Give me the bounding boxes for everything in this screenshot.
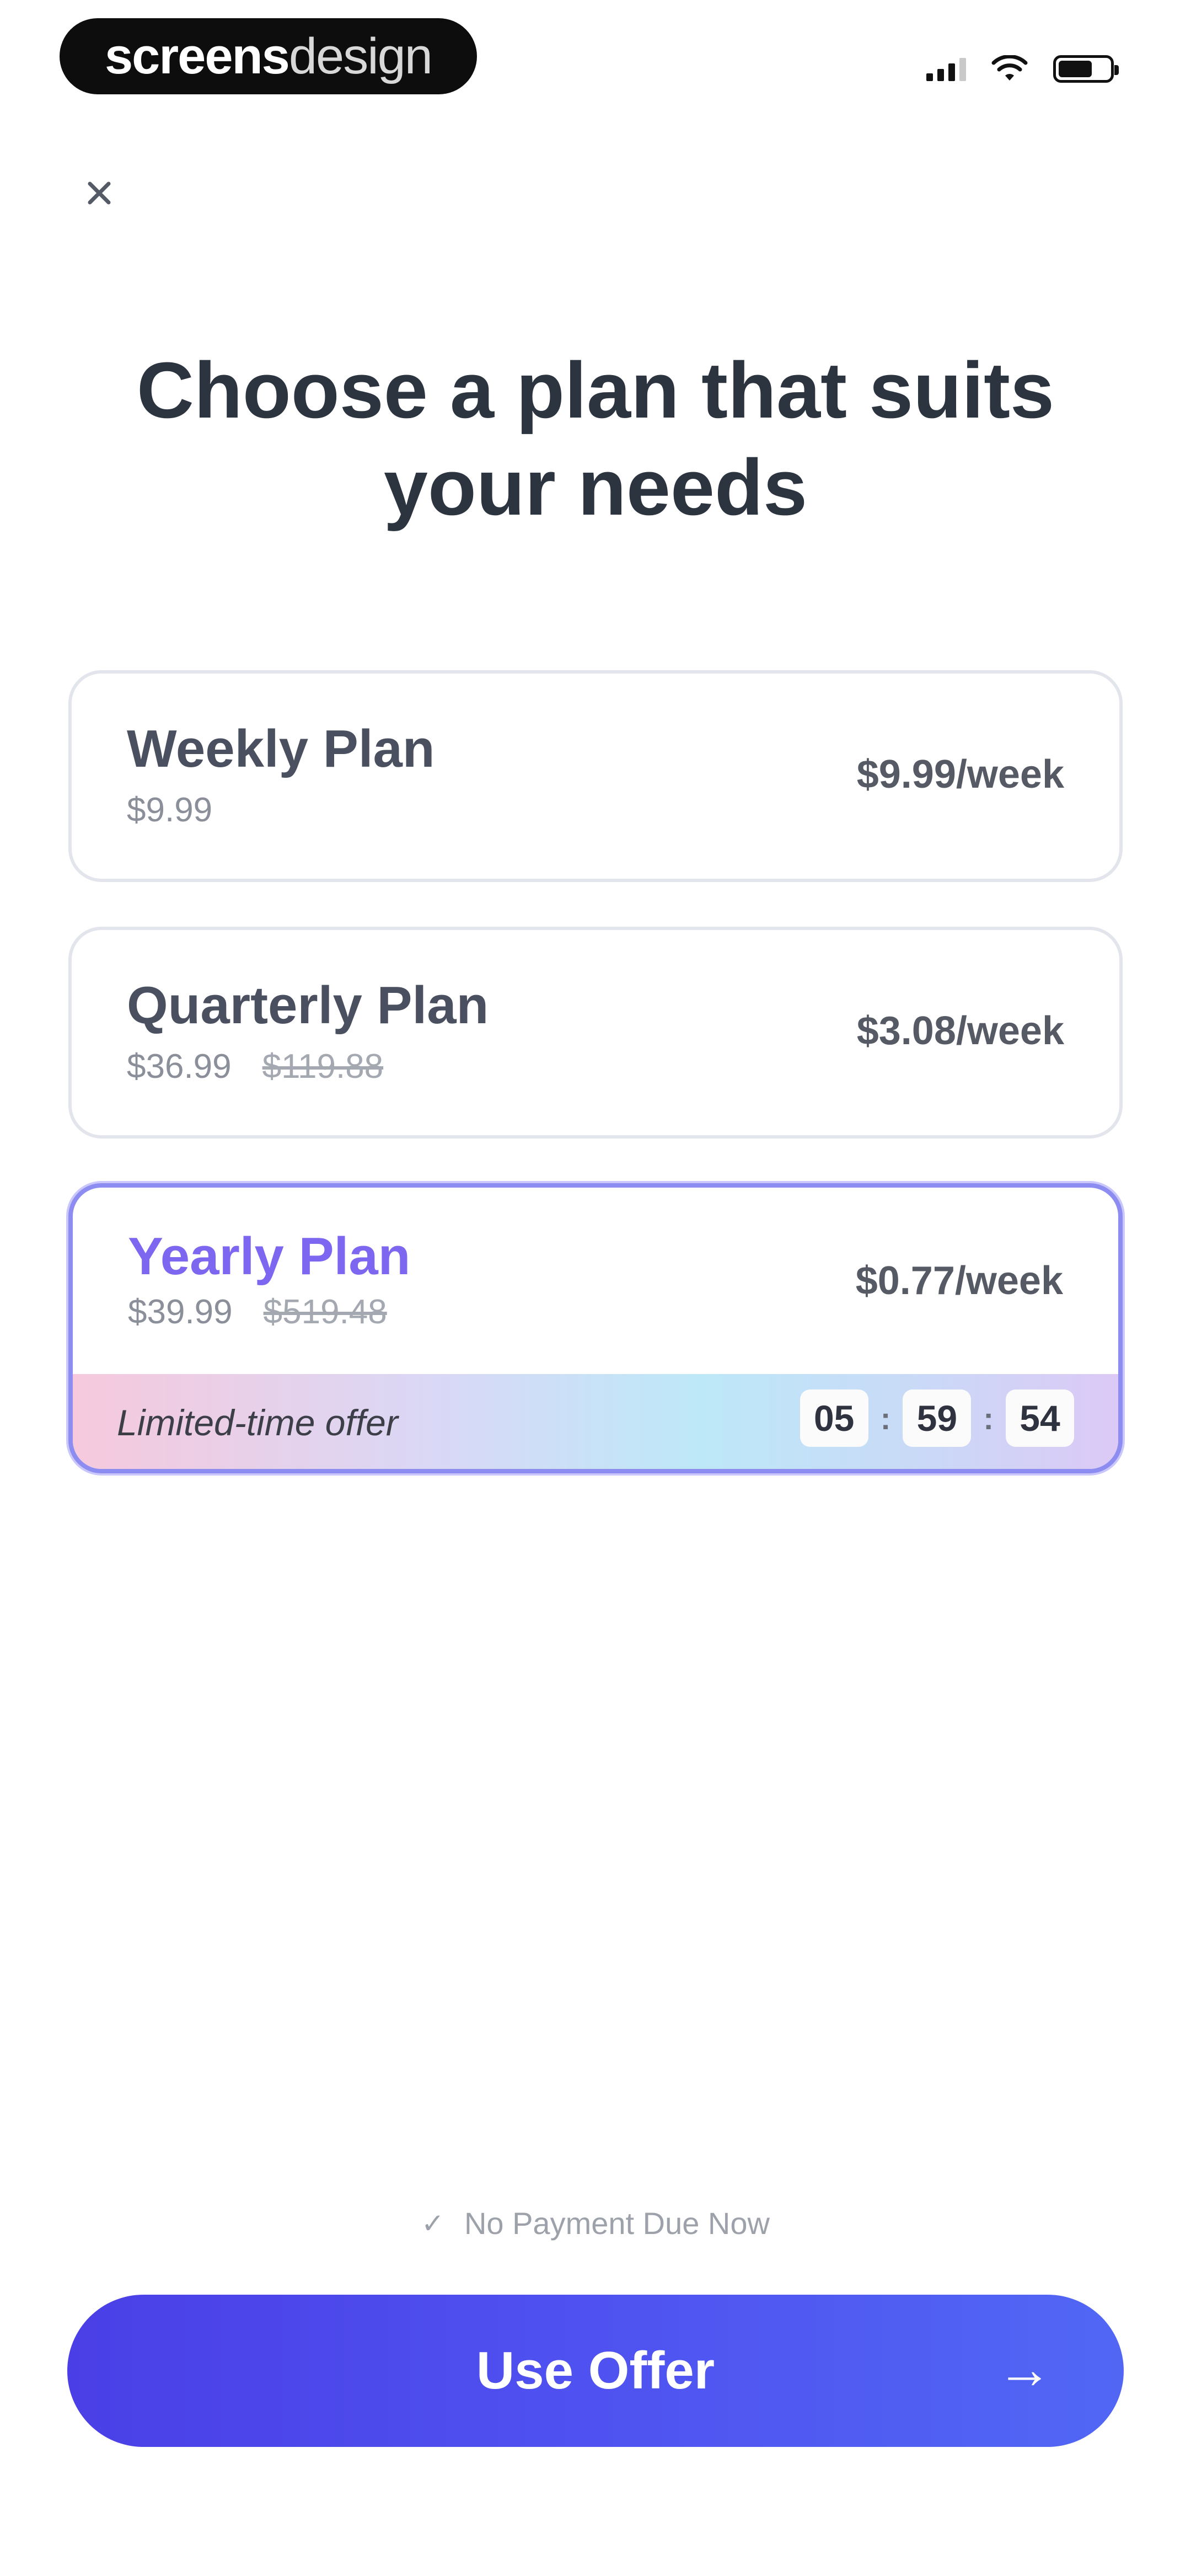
offer-label: Limited-time offer <box>117 1402 398 1443</box>
close-button[interactable] <box>77 171 121 215</box>
brand-logo-bold: screens <box>105 28 290 84</box>
countdown-timer: 05 : 59 : 54 <box>800 1389 1074 1447</box>
use-offer-label: Use Offer <box>476 2341 715 2400</box>
check-icon: ✓ <box>421 2208 444 2239</box>
no-payment-note: ✓ No Payment Due Now <box>0 2205 1191 2241</box>
timer-separator: : <box>880 1401 891 1436</box>
arrow-right-icon: → <box>997 2338 1052 2400</box>
plan-name: Weekly Plan <box>127 719 435 778</box>
plan-price: $9.99 <box>127 791 213 829</box>
plan-original-price: $119.88 <box>262 1047 384 1086</box>
plan-card-yearly[interactable]: Yearly Plan $39.99 $519.48 $0.77/week Li… <box>68 1183 1123 1473</box>
brand-logo-light: design <box>288 28 433 84</box>
plan-card-weekly[interactable]: Weekly Plan $9.99 $9.99/week <box>68 670 1123 882</box>
plan-weekly-price: $0.77/week <box>855 1259 1063 1303</box>
plan-price: $36.99 <box>127 1047 232 1086</box>
plan-price-row: $9.99 <box>127 790 212 830</box>
timer-hours: 05 <box>800 1389 868 1447</box>
status-bar: screens design <box>0 0 1191 110</box>
plan-weekly-price: $3.08/week <box>856 1009 1064 1053</box>
timer-minutes: 59 <box>903 1389 972 1447</box>
cellular-signal-icon <box>926 57 966 81</box>
plan-price-row: $36.99 $119.88 <box>127 1047 383 1086</box>
timer-seconds: 54 <box>1006 1389 1074 1447</box>
wifi-icon <box>991 55 1028 81</box>
plan-weekly-price: $9.99/week <box>856 752 1064 797</box>
plan-price-row: $39.99 $519.48 <box>128 1292 387 1332</box>
limited-offer-banner: Limited-time offer 05 : 59 : 54 <box>73 1374 1118 1469</box>
plan-name: Yearly Plan <box>128 1227 411 1286</box>
battery-icon <box>1053 55 1119 83</box>
use-offer-button[interactable]: Use Offer → <box>67 2295 1124 2447</box>
plan-card-quarterly[interactable]: Quarterly Plan $36.99 $119.88 $3.08/week <box>68 927 1123 1139</box>
timer-separator: : <box>983 1401 994 1436</box>
close-icon <box>88 181 111 205</box>
page-title: Choose a plan that suits your needs <box>136 346 1055 532</box>
status-icons <box>926 50 1119 88</box>
no-payment-label: No Payment Due Now <box>464 2206 770 2241</box>
plan-price: $39.99 <box>128 1293 233 1331</box>
plan-original-price: $519.48 <box>263 1293 387 1331</box>
brand-logo: screens design <box>60 18 477 94</box>
plan-name: Quarterly Plan <box>127 976 489 1035</box>
